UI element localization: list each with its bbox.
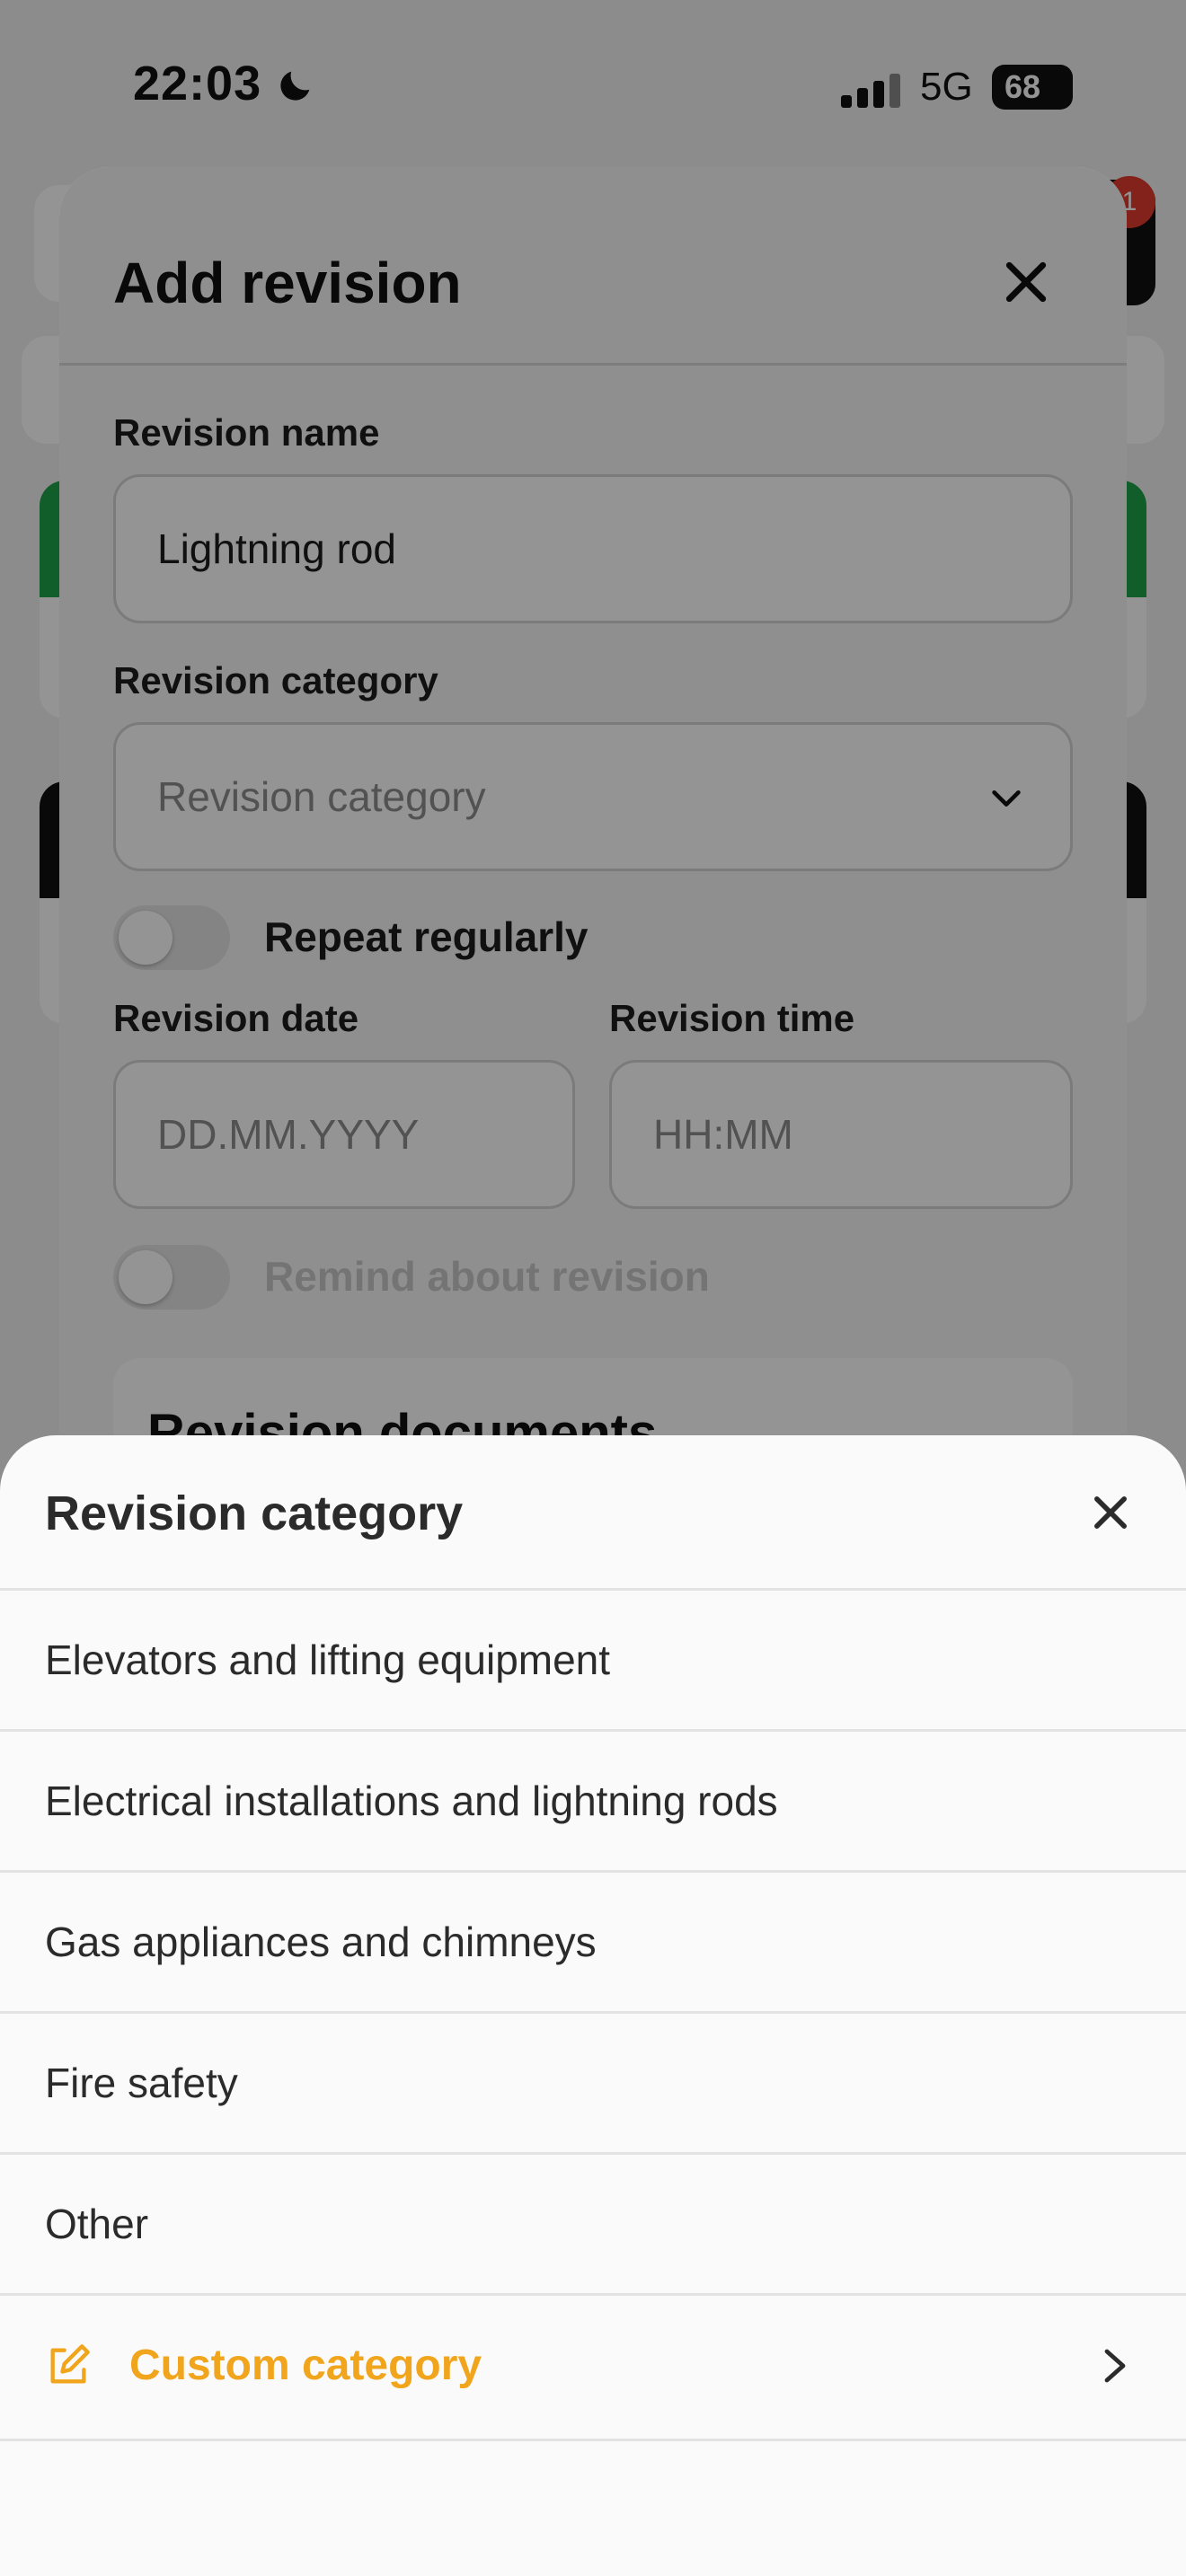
custom-category-label: Custom category [129,2342,482,2389]
modal-overlay [59,167,1127,1437]
category-option[interactable]: Electrical installations and lightning r… [0,1729,1186,1870]
edit-icon [50,2344,90,2384]
category-option[interactable]: Fire safety [0,2011,1186,2152]
category-option[interactable]: Gas appliances and chimneys [0,1870,1186,2011]
category-option-label: Gas appliances and chimneys [45,1919,597,1965]
chevron-right-icon [1104,2349,1126,2383]
category-option-label: Elevators and lifting equipment [45,1636,611,1683]
category-option-label: Fire safety [45,2060,238,2106]
category-option-label: Other [45,2201,149,2247]
divider [0,2439,1186,2441]
sheet-title: Revision category [45,1486,464,1540]
custom-category-button[interactable]: Custom category [0,2293,1186,2439]
category-option-label: Electrical installations and lightning r… [45,1778,778,1824]
close-icon[interactable] [1087,1489,1134,1536]
category-option[interactable]: Other [0,2152,1186,2293]
category-option[interactable]: Elevators and lifting equipment [0,1588,1186,1729]
category-bottom-sheet: Revision category Elevators and lifting … [0,1435,1186,2576]
